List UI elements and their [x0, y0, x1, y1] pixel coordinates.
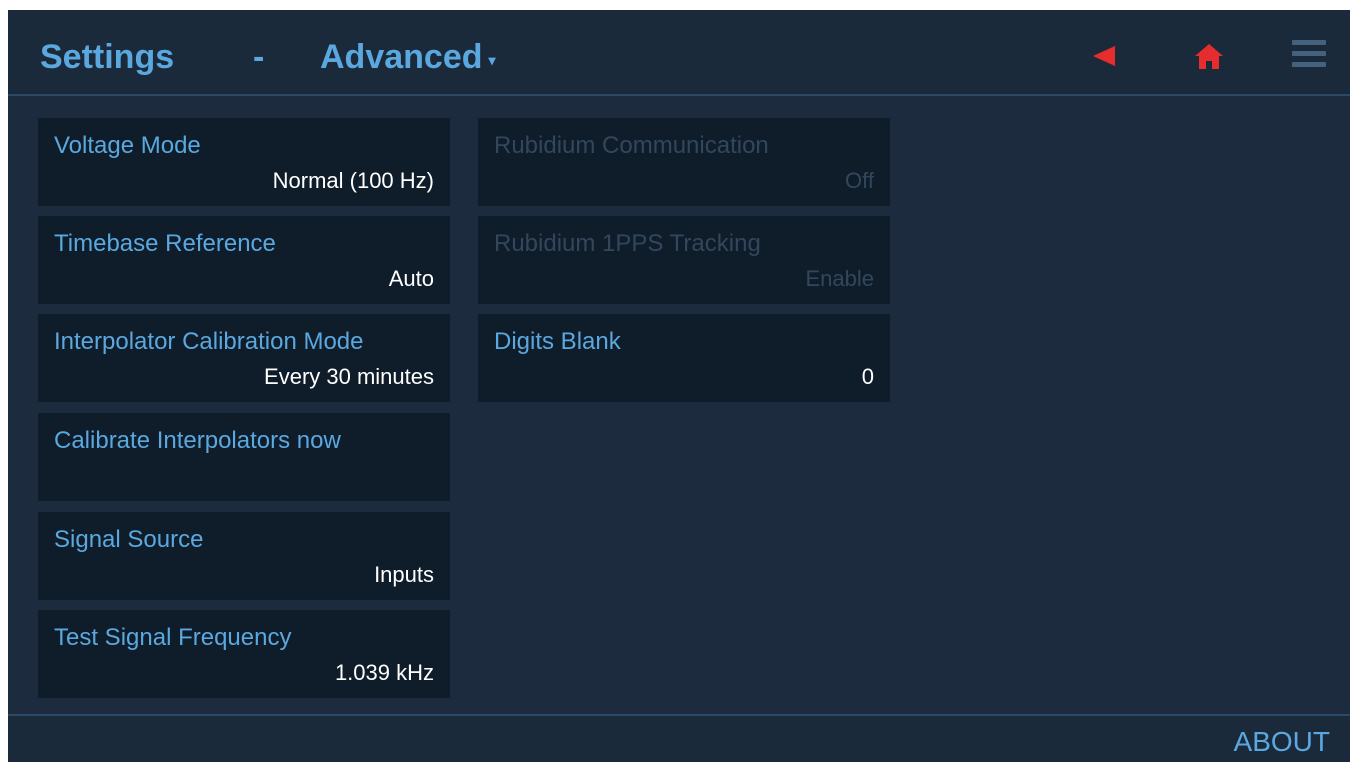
home-icon[interactable] [1194, 42, 1224, 70]
top-strip [0, 0, 1350, 10]
tile-rubidium-1pps-tracking: Rubidium 1PPS Tracking Enable [478, 216, 890, 304]
device-screen: Settings - Advanced ▾ Voltage Mode Norma… [8, 10, 1350, 762]
back-arrow-icon[interactable] [1093, 46, 1115, 66]
tile-digits-blank[interactable]: Digits Blank 0 [478, 314, 890, 402]
tile-test-signal-frequency[interactable]: Test Signal Frequency 1.039 kHz [38, 610, 450, 698]
header-bar: Settings - Advanced ▾ [8, 10, 1350, 96]
tile-calibrate-interpolators-now[interactable]: Calibrate Interpolators now [38, 413, 450, 501]
chevron-down-icon: ▾ [488, 52, 496, 68]
tile-value: Off [845, 168, 874, 193]
tile-label: Timebase Reference [54, 230, 276, 257]
subpage-dropdown[interactable]: Advanced ▾ [320, 38, 496, 77]
tile-label: Voltage Mode [54, 132, 201, 159]
tile-interpolator-calibration-mode[interactable]: Interpolator Calibration Mode Every 30 m… [38, 314, 450, 402]
tile-signal-source[interactable]: Signal Source Inputs [38, 512, 450, 600]
tile-label: Rubidium 1PPS Tracking [494, 230, 761, 257]
page-title: Settings [40, 38, 175, 76]
subpage-title: Advanced [320, 38, 483, 76]
tile-value: Enable [805, 266, 874, 291]
tile-label: Digits Blank [494, 328, 621, 355]
tile-value: 1.039 kHz [334, 660, 434, 685]
tile-timebase-reference[interactable]: Timebase Reference Auto [38, 216, 450, 304]
tile-value: Inputs [374, 562, 434, 587]
tile-voltage-mode[interactable]: Voltage Mode Normal (100 Hz) [38, 118, 450, 206]
tile-label: Interpolator Calibration Mode [54, 328, 364, 355]
title-separator: - [253, 38, 265, 76]
tile-value: Auto [388, 266, 434, 291]
about-button[interactable]: ABOUT [1234, 726, 1330, 758]
tile-value: 0 [861, 364, 874, 389]
tile-label: Signal Source [54, 526, 204, 553]
hamburger-menu-icon[interactable] [1292, 40, 1326, 68]
tile-label: Rubidium Communication [494, 132, 769, 159]
tile-label: Calibrate Interpolators now [54, 427, 341, 454]
footer-bar: ABOUT [8, 714, 1350, 762]
tile-label: Test Signal Frequency [54, 624, 292, 651]
tile-value: Every 30 minutes [264, 364, 434, 389]
tile-rubidium-communication: Rubidium Communication Off [478, 118, 890, 206]
tile-value: Normal (100 Hz) [272, 168, 434, 193]
